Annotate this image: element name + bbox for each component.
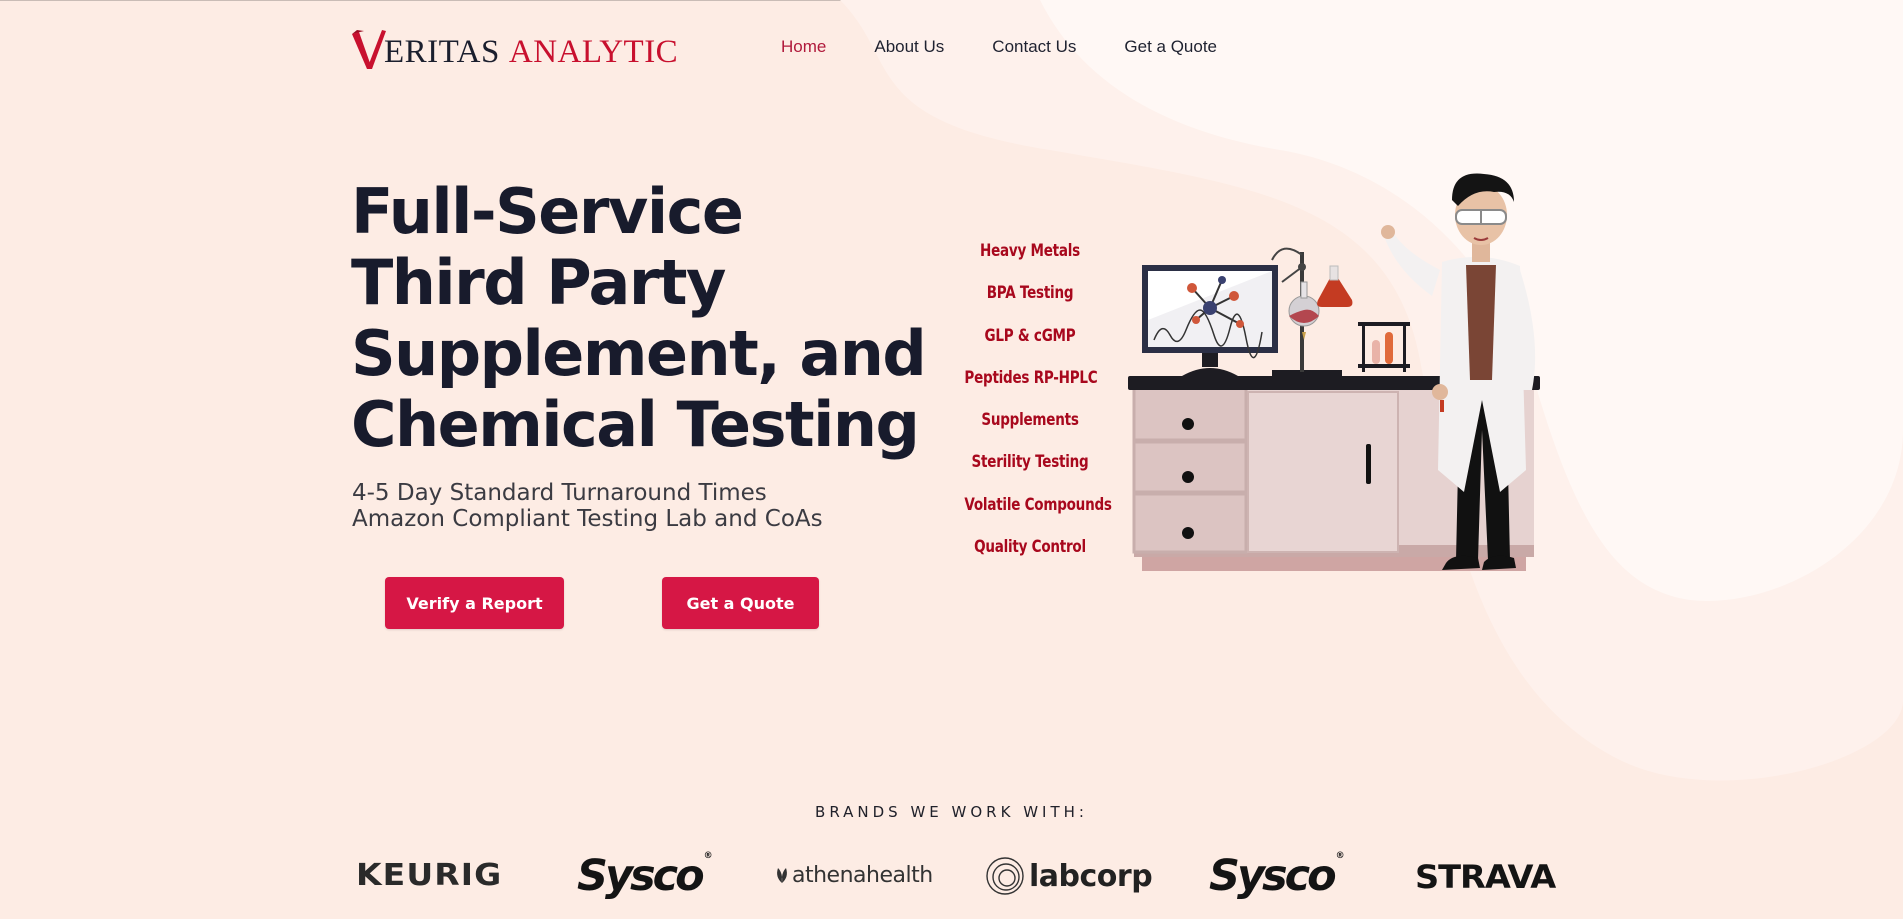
logo-v-mark-icon [352,30,386,69]
tests-list: Heavy Metals BPA Testing GLP & cGMP Pept… [950,240,1112,578]
test-item: BPA Testing [986,283,1074,303]
main-nav: Home About Us Contact Us Get a Quote [781,37,1265,57]
trademark-icon: ® [703,851,713,861]
site-logo[interactable]: ERITAS ANALYTIC [352,26,678,70]
hero-subtitle: 4-5 Day Standard Turnaround Times Amazon… [352,480,823,532]
brand-logo-labcorp: labcorp [985,856,1153,896]
hero-title: Full-Service Third Party Supplement, and… [351,175,927,461]
nav-get-a-quote[interactable]: Get a Quote [1124,37,1217,57]
hero-title-line: Chemical Testing [351,388,920,461]
brand-logo-keurig: KEURIG [356,858,503,893]
brand-logo-sysco: Sysco ® [1209,851,1345,901]
hero-title-line: Third Party [351,246,726,319]
logo-word-veritas: ERITAS [384,34,500,70]
get-quote-button[interactable]: Get a Quote [662,577,819,629]
test-item: Sterility Testing [971,452,1089,472]
leaf-icon [777,868,787,883]
nav-contact-us[interactable]: Contact Us [992,37,1076,57]
hero-subtitle-line: 4-5 Day Standard Turnaround Times [352,480,767,506]
test-item: Peptides RP-HPLC [964,367,1098,387]
nav-home[interactable]: Home [781,37,826,57]
hero-subtitle-line: Amazon Compliant Testing Lab and CoAs [352,506,823,532]
test-item: Volatile Compounds [964,494,1112,514]
nav-about-us[interactable]: About Us [874,37,944,57]
brand-logo-athenahealth: athenahealth [772,863,933,888]
scientist-lab-illustration [1128,173,1540,571]
brand-logo-strava: STRAVA [1415,858,1556,896]
brand-logo-sysco-text: Sysco [577,851,705,901]
test-item: Supplements [981,410,1079,430]
brand-logo-sysco: Sysco ® [577,851,713,901]
brand-logo-athenahealth-text: athenahealth [792,863,933,888]
brand-logo-sysco-text: Sysco [1209,851,1337,901]
hero-title-line: Supplement, and [351,317,927,390]
brands-heading: BRANDS WE WORK WITH: [815,803,1088,821]
test-item: Heavy Metals [980,241,1080,260]
hero-title-line: Full-Service [351,175,744,248]
labcorp-circles-icon [986,857,1024,895]
test-item: Quality Control [974,537,1086,557]
trademark-icon: ® [1335,851,1345,861]
test-item: GLP & cGMP [984,325,1076,345]
logo-word-analytic: ANALYTIC [508,34,679,70]
verify-report-button[interactable]: Verify a Report [385,577,564,629]
brand-logo-labcorp-text: labcorp [1029,858,1153,894]
